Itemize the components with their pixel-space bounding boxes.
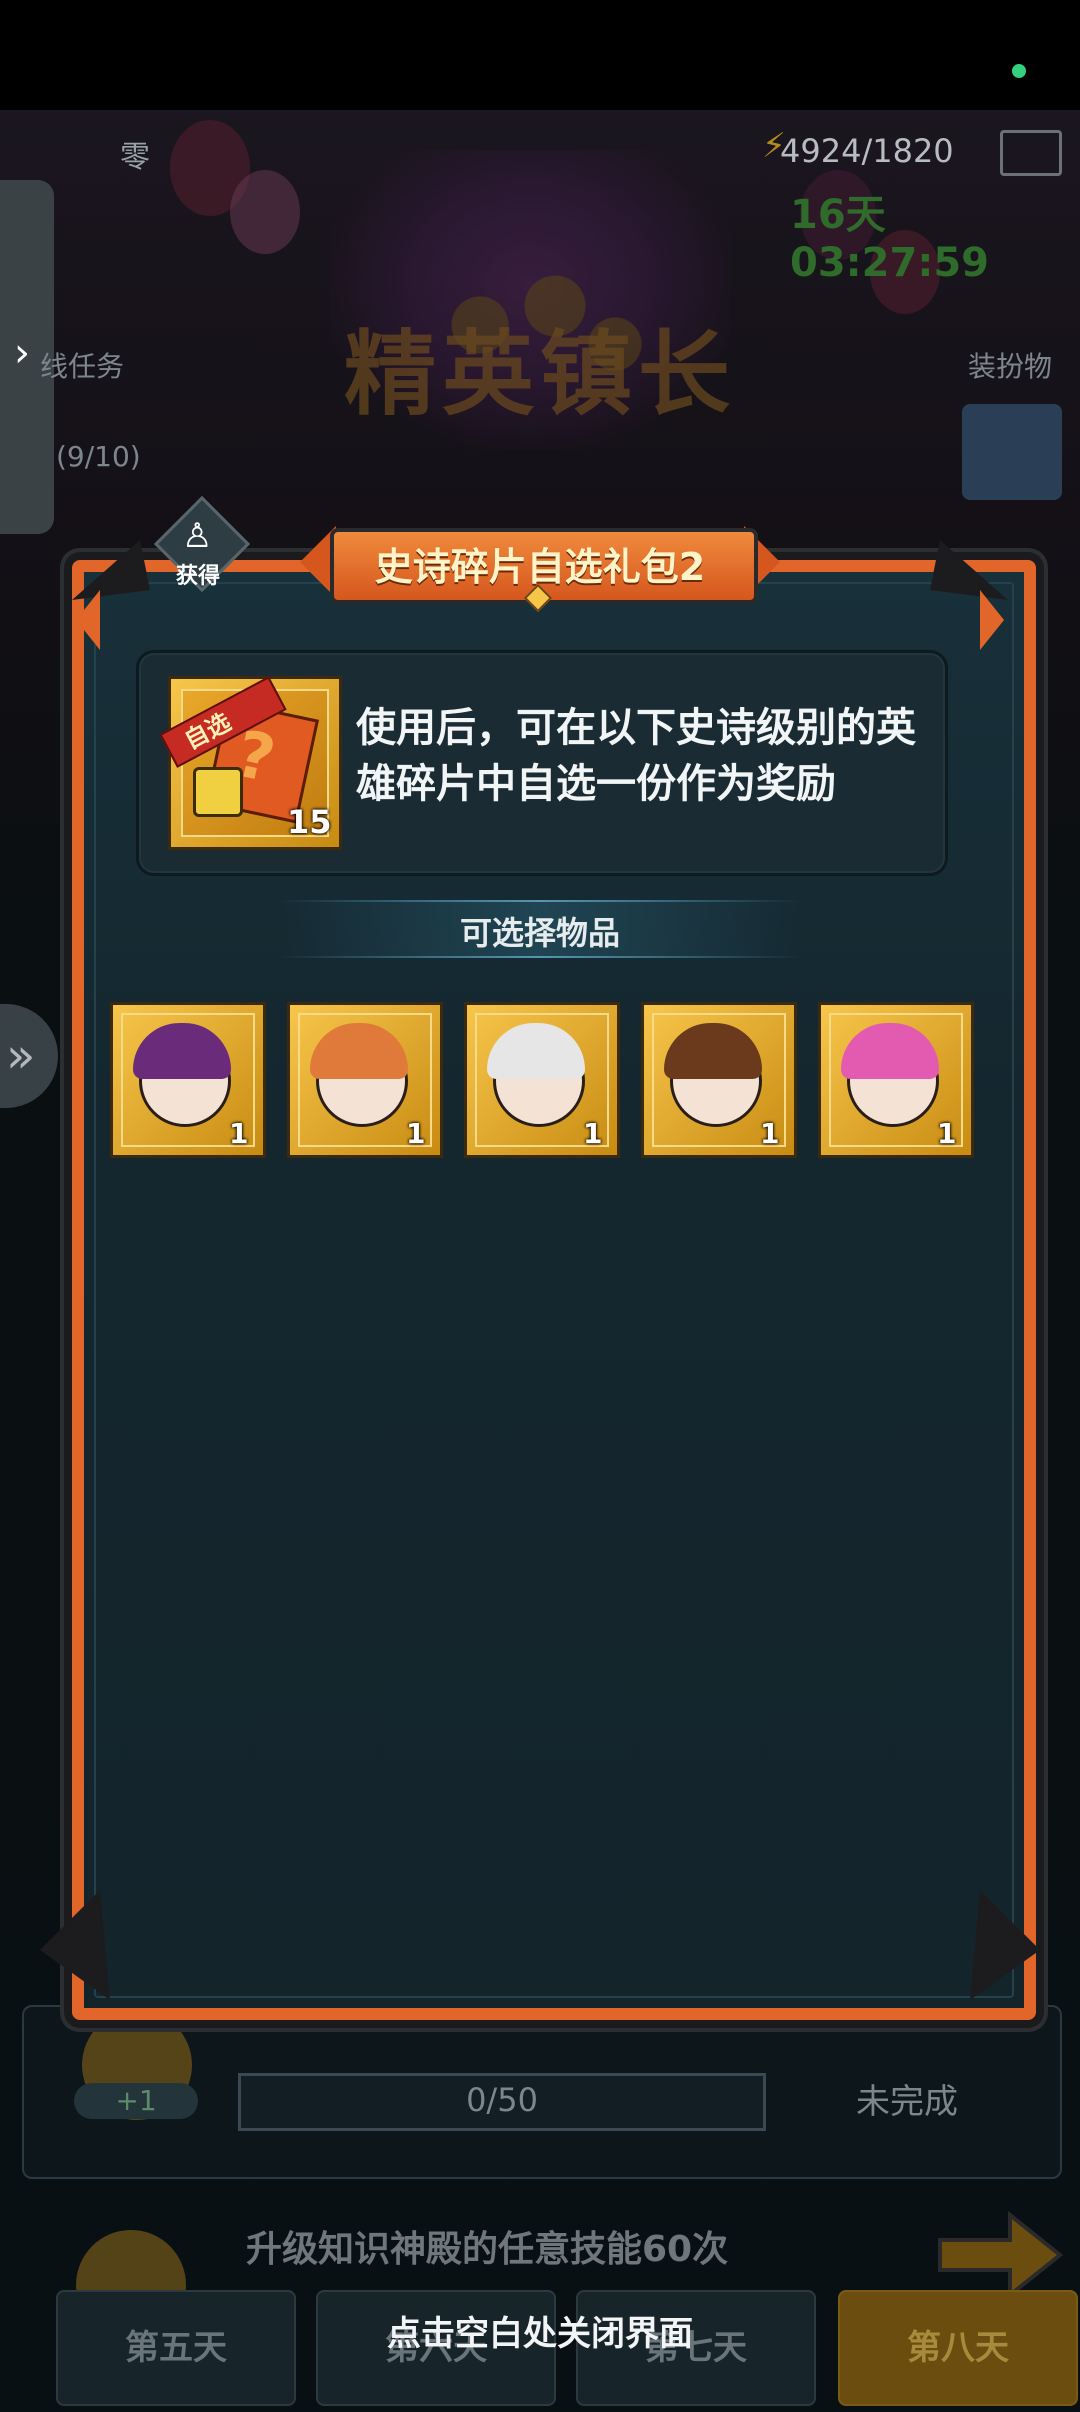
- notification-dot-icon: [1012, 64, 1026, 78]
- item-description: 使用后，可在以下史诗级别的英雄碎片中自选一份作为奖励: [356, 705, 916, 807]
- dialog-title: 史诗碎片自选礼包2: [374, 545, 706, 589]
- event-title: 精英镇长: [343, 321, 736, 428]
- username-label: 零: [120, 140, 150, 175]
- pink-hair-hero-fragment[interactable]: 1: [818, 1002, 974, 1158]
- task-description: 升级知识神殿的任意技能60次: [246, 2229, 729, 2270]
- item-count: 15: [287, 803, 332, 841]
- arrow-right-icon[interactable]: [920, 2200, 1070, 2300]
- obtain-label: 获得: [175, 564, 220, 589]
- gift-icon[interactable]: [962, 404, 1062, 500]
- hero-fragment-count: 1: [583, 1117, 603, 1150]
- orange-hair-hero-fragment[interactable]: 1: [287, 1002, 443, 1158]
- task-status: 未完成: [856, 2082, 958, 2122]
- event-timer: 16天03:27:59: [790, 192, 989, 286]
- purple-hair-hero-fragment[interactable]: 1: [110, 1002, 266, 1158]
- costume-label: 装扮物: [968, 350, 1053, 383]
- section-divider: [280, 956, 800, 958]
- hero-fragment-count: 1: [406, 1117, 426, 1150]
- section-label: 可选择物品: [459, 914, 620, 952]
- person-icon: ♙: [182, 516, 213, 556]
- obtain-badge: ♙ 获得: [150, 495, 251, 593]
- task-label: 线任务: [40, 350, 125, 383]
- brown-hair-hero-fragment[interactable]: 1: [641, 1002, 797, 1158]
- epic-fragment-card-icon[interactable]: ? 自选 15: [159, 676, 342, 850]
- status-bar: [0, 0, 1080, 110]
- task-progress: (9/10): [56, 440, 141, 473]
- reward-plus-badge: +1: [74, 2083, 198, 2119]
- task-progress-text: 0/50: [466, 2081, 538, 2119]
- close-hint[interactable]: 点击空白处关闭界面: [0, 2306, 1080, 2355]
- hero-fragment-count: 1: [760, 1117, 780, 1150]
- mail-icon[interactable]: [1000, 130, 1062, 176]
- old-man-hero-fragment[interactable]: 1: [464, 1002, 620, 1158]
- hero-fragment-count: 1: [229, 1117, 249, 1150]
- section-divider: [280, 900, 800, 902]
- puzzle-piece-icon: [193, 767, 243, 817]
- hero-fragment-count: 1: [937, 1117, 957, 1150]
- double-chevron-right-icon: »: [6, 1028, 36, 1084]
- energy-counter: 4924/1820: [780, 132, 954, 170]
- chevron-right-icon[interactable]: ›: [14, 330, 30, 376]
